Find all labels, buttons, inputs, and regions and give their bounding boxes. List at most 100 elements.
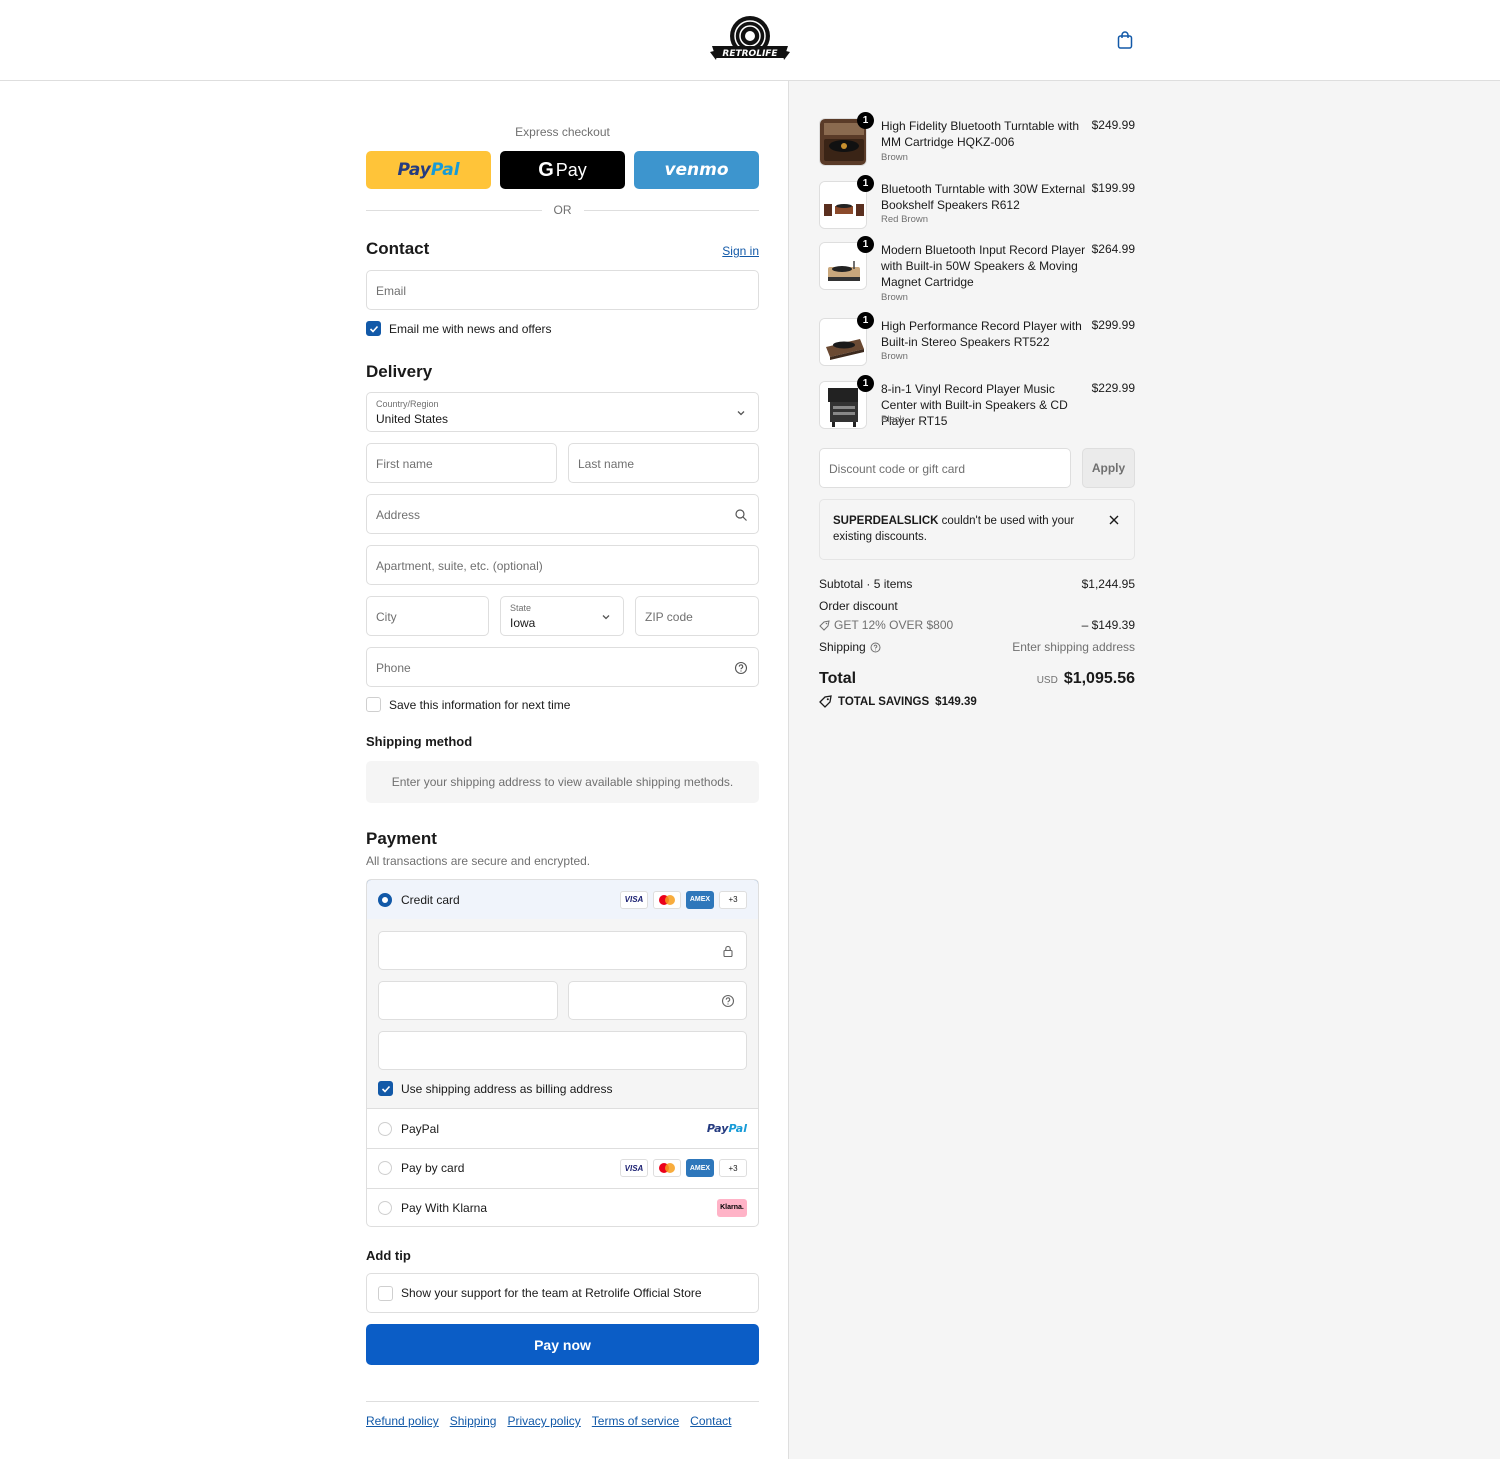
sign-in-link[interactable]: Sign in <box>722 244 759 258</box>
item-name: High Performance Record Player with Buil… <box>881 319 1082 349</box>
item-price: $299.99 <box>1091 318 1135 332</box>
tip-checkbox-row[interactable]: Show your support for the team at Retrol… <box>366 1273 759 1313</box>
footer-divider <box>366 1401 759 1402</box>
refund-policy-link[interactable]: Refund policy <box>366 1414 439 1428</box>
order-discount-row: Order discount <box>819 599 898 613</box>
apartment-field[interactable]: Apartment, suite, etc. (optional) <box>366 545 759 585</box>
visa-icon: VISA <box>620 1159 648 1177</box>
pay-by-card-radio[interactable] <box>378 1161 392 1175</box>
last-name-field[interactable]: Last name <box>568 443 759 483</box>
zip-field[interactable]: ZIP code <box>635 596 759 636</box>
expiration-date-field[interactable] <box>378 981 558 1020</box>
help-icon[interactable] <box>870 642 881 653</box>
quantity-badge: 1 <box>857 375 874 392</box>
total-label: Total <box>819 670 857 687</box>
news-checkbox-row[interactable]: Email me with news and offers <box>366 321 552 336</box>
help-icon[interactable] <box>721 994 735 1008</box>
country-select[interactable]: Country/Region United States <box>366 392 759 432</box>
item-variant: Brown <box>881 152 908 163</box>
payment-option-pay-by-card[interactable]: Pay by card VISA AMEX +3 <box>367 1148 758 1188</box>
email-field[interactable]: Email <box>366 270 759 310</box>
mastercard-icon <box>653 1159 681 1177</box>
logo-text: RETROLIFE <box>722 49 778 59</box>
payment-options: Credit card VISA AMEX +3 Use shipping ad… <box>366 879 759 1227</box>
total-amount: $1,095.56 <box>1063 670 1135 687</box>
privacy-policy-link[interactable]: Privacy policy <box>507 1414 580 1428</box>
tag-icon <box>819 619 830 631</box>
header: RETROLIFE <box>0 0 1500 81</box>
shipping-link[interactable]: Shipping <box>450 1414 497 1428</box>
amex-icon: AMEX <box>686 890 714 909</box>
item-variant: Black <box>881 414 905 425</box>
paypal-express-button[interactable]: PayPal <box>366 151 491 189</box>
pay-now-button[interactable]: Pay now <box>366 1324 759 1365</box>
name-on-card-field[interactable] <box>378 1031 747 1070</box>
paypal-logo: PayPal <box>706 1122 747 1135</box>
item-price: $199.99 <box>1091 181 1135 195</box>
cart-item: 1 8-in-1 Vinyl Record Player Music Cente… <box>819 375 1135 431</box>
billing-address-row[interactable]: Use shipping address as billing address <box>378 1081 612 1096</box>
discount-code-field[interactable]: Discount code or gift card <box>819 448 1071 488</box>
discount-value: – $149.39 <box>1081 618 1135 632</box>
shopping-bag-icon[interactable] <box>1115 30 1135 50</box>
item-price: $264.99 <box>1091 242 1135 256</box>
or-divider: OR <box>366 203 759 217</box>
check-icon <box>369 325 378 333</box>
klarna-logo: Klarna. <box>717 1198 747 1217</box>
item-price: $249.99 <box>1091 118 1135 132</box>
contact-heading: Contact <box>366 239 430 258</box>
item-name: High Fidelity Bluetooth Turntable with M… <box>881 119 1080 149</box>
paypal-radio[interactable] <box>378 1121 392 1136</box>
item-variant: Brown <box>881 351 908 362</box>
card-number-field[interactable] <box>378 931 747 970</box>
mastercard-icon <box>653 890 681 909</box>
credit-card-radio[interactable] <box>378 892 392 907</box>
save-info-row[interactable]: Save this information for next time <box>366 697 570 712</box>
cart-item: 1 High Performance Record Player with Bu… <box>819 312 1135 368</box>
item-name: Bluetooth Turntable with 30W External Bo… <box>881 182 1086 212</box>
subtotal-value: $1,244.95 <box>1081 577 1135 591</box>
delivery-heading: Delivery <box>366 362 433 381</box>
google-g-icon: G <box>538 158 554 181</box>
contact-link[interactable]: Contact <box>690 1414 731 1428</box>
google-pay-button[interactable]: G Pay <box>500 151 625 189</box>
phone-field[interactable]: Phone <box>366 647 759 687</box>
state-select[interactable]: State Iowa <box>500 596 624 636</box>
total-savings: TOTAL SAVINGS $149.39 <box>819 695 977 708</box>
klarna-radio[interactable] <box>378 1200 392 1215</box>
apply-discount-button[interactable]: Apply <box>1082 448 1135 488</box>
shipping-value: Enter shipping address <box>1012 640 1135 654</box>
quantity-badge: 1 <box>857 112 874 129</box>
express-buttons: PayPal G Pay venmo <box>366 151 759 189</box>
security-code-field[interactable] <box>568 981 747 1020</box>
paypal-logo: PayPal <box>397 160 460 180</box>
terms-of-service-link[interactable]: Terms of service <box>592 1414 679 1428</box>
venmo-button[interactable]: venmo <box>634 151 759 189</box>
tag-icon <box>819 695 832 708</box>
first-name-field[interactable]: First name <box>366 443 557 483</box>
discount-code-name: SUPERDEALSLICK <box>833 515 939 527</box>
address-field[interactable]: Address <box>366 494 759 534</box>
item-name: Modern Bluetooth Input Record Player wit… <box>881 243 1086 289</box>
news-checkbox[interactable] <box>366 321 381 336</box>
express-checkout-label: Express checkout <box>515 125 610 139</box>
billing-checkbox[interactable] <box>378 1081 393 1096</box>
more-cards-badge: +3 <box>719 890 747 909</box>
discount-code-row: GET 12% OVER $800 – $149.39 <box>819 618 1135 634</box>
payment-heading: Payment <box>366 829 437 848</box>
retrolife-logo[interactable]: RETROLIFE <box>708 14 792 66</box>
payment-option-paypal[interactable]: PayPal PayPal <box>367 1109 758 1148</box>
payment-option-klarna[interactable]: Pay With Klarna Klarna. <box>367 1188 758 1226</box>
tip-checkbox[interactable] <box>378 1285 393 1301</box>
payment-option-credit-card[interactable]: Credit card VISA AMEX +3 <box>367 880 758 920</box>
item-name: 8-in-1 Vinyl Record Player Music Center … <box>881 382 1068 428</box>
city-field[interactable]: City <box>366 596 489 636</box>
shipping-method-heading: Shipping method <box>366 734 473 749</box>
item-price: $229.99 <box>1091 381 1135 395</box>
cart-item: 1 High Fidelity Bluetooth Turntable with… <box>819 112 1135 168</box>
close-icon[interactable] <box>1108 514 1120 526</box>
check-icon <box>381 1085 390 1093</box>
help-icon[interactable] <box>734 661 748 675</box>
more-cards-badge: +3 <box>719 1159 747 1177</box>
save-info-checkbox[interactable] <box>366 697 381 712</box>
